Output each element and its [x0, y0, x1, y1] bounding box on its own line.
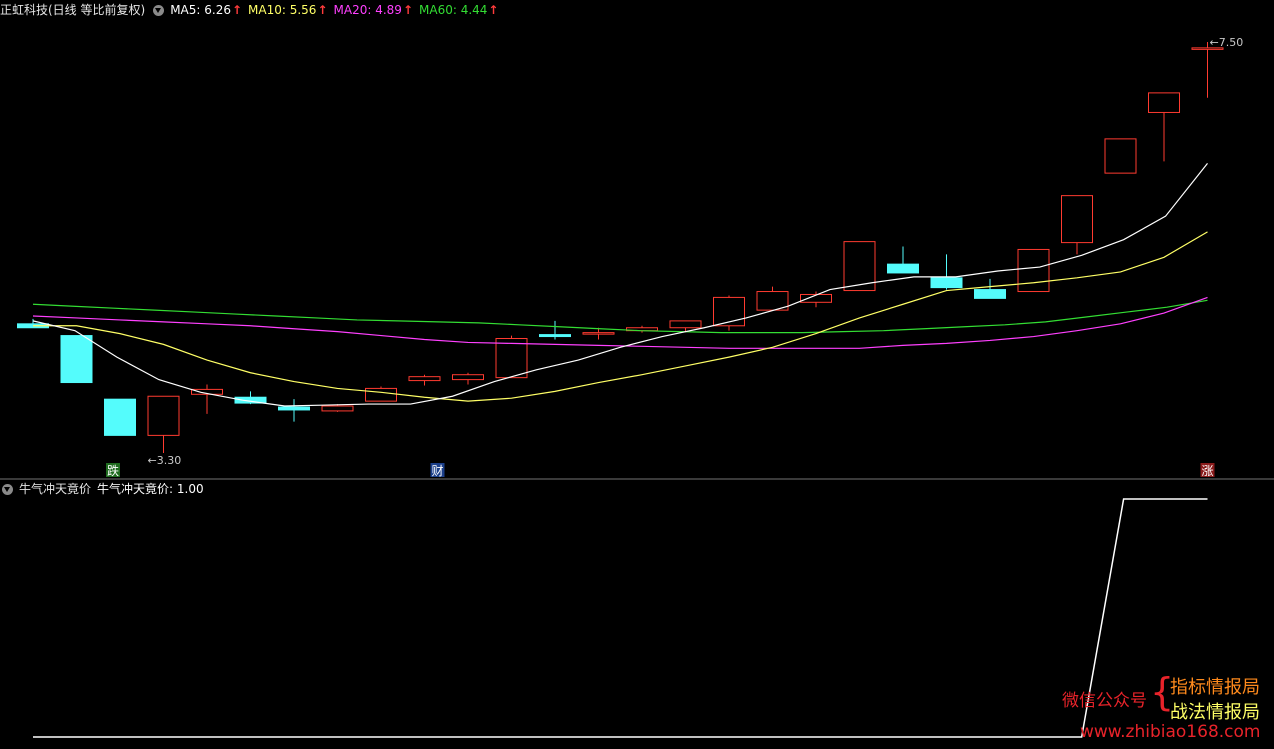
high-price-label: ←7.50 — [1210, 36, 1244, 49]
candle-up — [1061, 195, 1093, 244]
watermark-line1: 指标情报局 — [1170, 677, 1260, 698]
watermark-site: www.zhibiao168.com — [1080, 722, 1261, 742]
candle-down — [539, 334, 571, 338]
candle-down — [974, 289, 1006, 299]
candle-up — [408, 376, 441, 382]
ma60-line — [32, 299, 1208, 334]
candlestick-chart[interactable]: ←3.30 ←7.50 跌 财 涨 — [0, 0, 1274, 478]
down-marker: 跌 — [107, 463, 119, 478]
candle-down — [104, 398, 136, 436]
low-price-label: ←3.30 — [148, 454, 182, 467]
cai-marker: 财 — [432, 464, 444, 478]
candle-down — [60, 335, 93, 384]
indicator-line — [33, 498, 1208, 738]
candle-down — [278, 406, 310, 411]
candle-up — [147, 395, 180, 436]
up-marker: 涨 — [1202, 463, 1214, 478]
candle-up — [1148, 92, 1180, 113]
watermark-line2: 战法情报局 — [1170, 702, 1260, 723]
candle-down — [930, 277, 963, 289]
candle-up — [495, 338, 528, 379]
watermark-wechat: 微信公众号 — [1062, 691, 1147, 711]
candle-up — [669, 320, 702, 329]
candle-up — [452, 374, 484, 381]
candle-up — [1017, 248, 1050, 293]
candle-up — [365, 387, 397, 402]
candle-up — [1104, 138, 1137, 174]
candle-up — [582, 332, 615, 335]
candle-down — [887, 263, 919, 274]
candle-up — [321, 405, 354, 412]
